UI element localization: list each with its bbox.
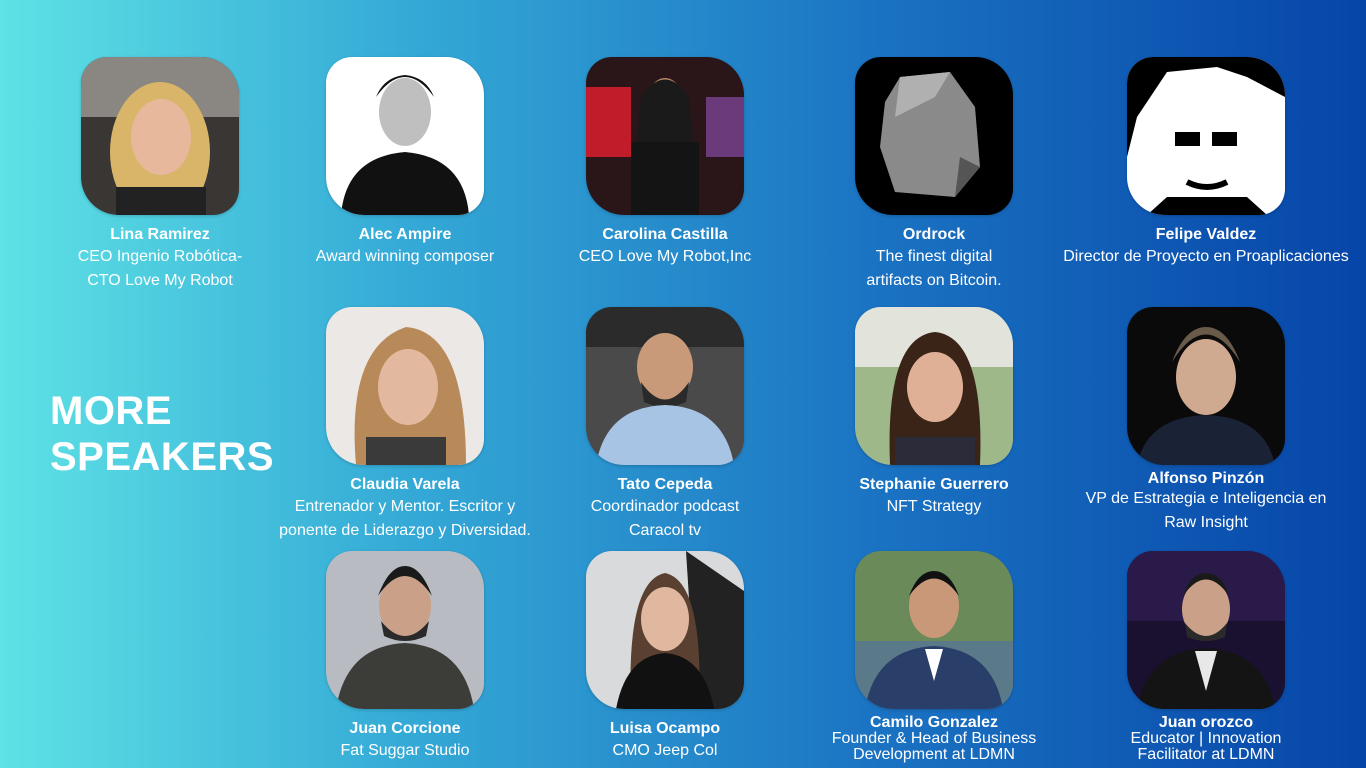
speaker-role: VP de Estrategia e Inteligencia en Raw I… [1085, 490, 1327, 531]
speaker-card: Ordrock The finest digital artifacts on … [784, 57, 1084, 293]
speaker-card: Claudia Varela Entrenador y Mentor. Escr… [255, 307, 555, 543]
speaker-role: Entrenador y Mentor. Escritor y ponente … [279, 498, 531, 539]
speaker-name: Ordrock [902, 226, 966, 243]
speaker-card: Alfonso Pinzón VP de Estrategia e Inteli… [1056, 307, 1356, 535]
speaker-card: Juan Corcione Fat Suggar Studio [255, 551, 555, 763]
speaker-photo [326, 307, 484, 465]
speaker-role: CEO Love My Robot,Inc [578, 248, 752, 265]
speaker-photo [586, 551, 744, 709]
speaker-name: Alfonso Pinzón [1147, 470, 1265, 487]
speaker-role: CMO Jeep Col [612, 742, 718, 759]
speaker-card: Camilo Gonzalez Founder & Head of Busine… [784, 551, 1084, 763]
section-heading: MORE SPEAKERS [50, 388, 274, 480]
speaker-photo [326, 551, 484, 709]
speaker-photo [855, 57, 1013, 215]
speaker-name: Camilo Gonzalez [869, 714, 999, 731]
speaker-photo [326, 57, 484, 215]
speaker-photo [586, 57, 744, 215]
speaker-photo [1127, 307, 1285, 465]
heading-line-1: MORE [50, 389, 172, 433]
speaker-role: Founder & Head of Business Development a… [831, 730, 1037, 763]
speaker-role: Fat Suggar Studio [340, 742, 470, 759]
speaker-photo [81, 57, 239, 215]
speaker-photo [1127, 57, 1285, 215]
speaker-role: Director de Proyecto en Proaplicaciones [1063, 248, 1349, 265]
speaker-role: Award winning composer [315, 248, 495, 265]
speaker-name: Carolina Castilla [602, 226, 728, 243]
speaker-name: Juan Corcione [349, 720, 461, 737]
speaker-card: Stephanie Guerrero NFT Strategy [784, 307, 1084, 519]
speaker-photo [1127, 551, 1285, 709]
speaker-role: Educator | Innovation Facilitator at LDM… [1130, 730, 1282, 763]
speaker-name: Tato Cepeda [617, 476, 713, 493]
speaker-name: Alec Ampire [358, 226, 452, 243]
speaker-name: Claudia Varela [350, 476, 460, 493]
speaker-card: Carolina Castilla CEO Love My Robot,Inc [515, 57, 815, 269]
speaker-card: Juan orozco Educator | Innovation Facili… [1056, 551, 1356, 763]
speaker-role: Coordinador podcast Caracol tv [590, 498, 740, 539]
speaker-name: Luisa Ocampo [609, 720, 721, 737]
speaker-role: The finest digital artifacts on Bitcoin. [866, 248, 1002, 289]
speaker-name: Stephanie Guerrero [859, 476, 1009, 493]
speaker-name: Juan orozco [1158, 714, 1254, 731]
speaker-card: Luisa Ocampo CMO Jeep Col [515, 551, 815, 763]
speaker-role: NFT Strategy [886, 498, 982, 515]
speaker-card: Tato Cepeda Coordinador podcast Caracol … [515, 307, 815, 543]
speaker-photo [855, 307, 1013, 465]
heading-line-2: SPEAKERS [50, 435, 275, 479]
speaker-card: Alec Ampire Award winning composer [255, 57, 555, 269]
speaker-name: Felipe Valdez [1155, 226, 1257, 243]
speaker-photo [855, 551, 1013, 709]
speaker-photo [586, 307, 744, 465]
speaker-card: Felipe Valdez Director de Proyecto en Pr… [1056, 57, 1356, 269]
